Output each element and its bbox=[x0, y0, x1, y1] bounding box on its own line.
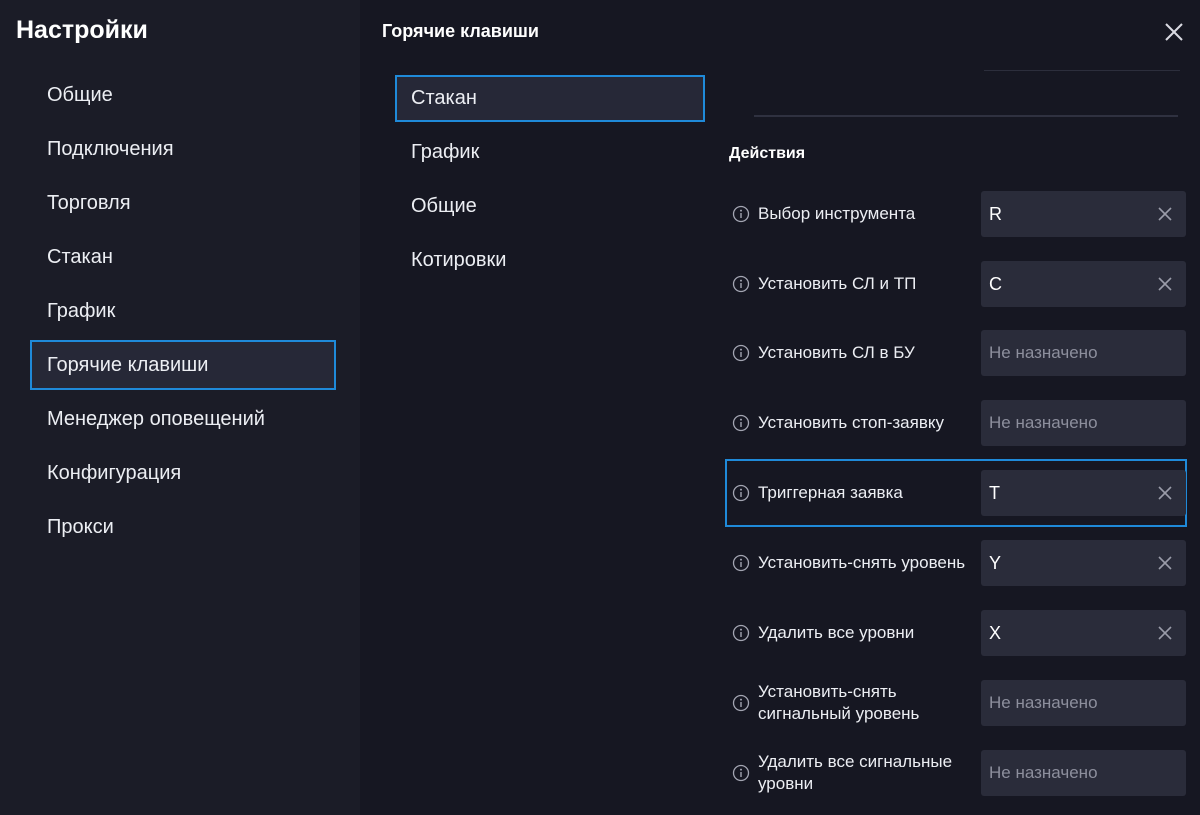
hotkey-input[interactable]: R bbox=[981, 191, 1186, 237]
sidebar-title: Настройки bbox=[16, 16, 148, 44]
sidebar-item-label: График bbox=[47, 299, 116, 322]
hotkey-row: Установить стоп-заявку Не назначено bbox=[725, 389, 1187, 457]
sidebar-item[interactable]: Стакан bbox=[30, 232, 336, 282]
hotkey-row: Выбор инструмента R bbox=[725, 180, 1187, 248]
hotkey-value: Не назначено bbox=[989, 343, 1098, 362]
hotkey-label: Удалить все сигнальные уровни bbox=[758, 752, 953, 793]
hotkey-label: Триггерная заявка bbox=[758, 483, 903, 502]
page-title: Горячие клавиши bbox=[382, 21, 539, 41]
sidebar-nav: Общие Подключения Торговля Стакан График Горя… bbox=[30, 70, 336, 556]
sidebar-item[interactable]: Горячие клавиши bbox=[30, 340, 336, 390]
hotkey-row: Установить-снять сигнальный уровень Не на… bbox=[725, 669, 1187, 737]
hotkeys-subnav: Стакан График Общие Котировки bbox=[395, 75, 705, 291]
info-icon[interactable] bbox=[732, 344, 750, 362]
subnav-tab-label: Общие bbox=[411, 195, 477, 217]
info-icon[interactable] bbox=[732, 275, 750, 293]
hotkey-label: Установить СЛ в БУ bbox=[758, 343, 915, 362]
hotkey-input[interactable]: Не назначено bbox=[981, 400, 1186, 446]
sidebar-item[interactable]: Конфигурация bbox=[30, 448, 336, 498]
hotkey-input[interactable]: Не назначено bbox=[981, 680, 1186, 726]
sidebar-item[interactable]: Подключения bbox=[30, 124, 336, 174]
hotkey-input[interactable]: X bbox=[981, 610, 1186, 656]
subnav-tab[interactable]: Стакан bbox=[395, 75, 705, 122]
hotkey-value: T bbox=[989, 482, 1000, 503]
info-icon[interactable] bbox=[732, 554, 750, 572]
hotkey-label: Установить СЛ и ТП bbox=[758, 274, 917, 293]
subnav-tab-label: Стакан bbox=[411, 87, 477, 109]
subnav-tab[interactable]: Общие bbox=[395, 183, 705, 230]
section-title: Действия bbox=[729, 145, 806, 162]
sidebar-item[interactable]: Торговля bbox=[30, 178, 336, 228]
sidebar-item-label: Менеджер оповещений bbox=[47, 407, 265, 430]
divider bbox=[984, 70, 1180, 71]
subnav-tab-label: График bbox=[411, 141, 480, 163]
hotkey-input[interactable]: Не назначено bbox=[981, 750, 1186, 796]
info-icon[interactable] bbox=[732, 694, 750, 712]
hotkey-row: Установить СЛ в БУ Не назначено bbox=[725, 319, 1187, 387]
sidebar-item[interactable]: Прокси bbox=[30, 502, 336, 552]
sidebar-item-label: Торговля bbox=[47, 191, 131, 214]
info-icon[interactable] bbox=[732, 764, 750, 782]
hotkey-input[interactable]: Y bbox=[981, 540, 1186, 586]
hotkey-row: Установить-снять уровень Y bbox=[725, 529, 1187, 597]
hotkey-row: Установить СЛ и ТП C bbox=[725, 250, 1187, 318]
clear-icon[interactable] bbox=[1158, 626, 1172, 640]
sidebar-item-label: Общие bbox=[47, 83, 113, 106]
clear-icon[interactable] bbox=[1158, 486, 1172, 500]
hotkey-row: Удалить все уровни X bbox=[725, 599, 1187, 667]
hotkey-value: Y bbox=[989, 552, 1002, 573]
settings-sidebar: Настройки Общие Подключения Торговля Стакан… bbox=[0, 0, 360, 815]
hotkey-value: Не назначено bbox=[989, 413, 1098, 432]
hotkey-label: Удалить все уровни bbox=[758, 623, 915, 642]
hotkey-input[interactable]: Не назначено bbox=[981, 330, 1186, 376]
hotkey-value: C bbox=[989, 273, 1002, 294]
divider bbox=[754, 115, 1178, 117]
hotkey-label: Установить-снять уровень bbox=[758, 553, 966, 572]
hotkey-value: R bbox=[989, 203, 1002, 224]
hotkey-value: Не назначено bbox=[989, 763, 1098, 782]
sidebar-item-label: Подключения bbox=[47, 137, 174, 160]
info-icon[interactable] bbox=[732, 484, 750, 502]
subnav-tab[interactable]: График bbox=[395, 129, 705, 176]
hotkey-input[interactable]: T bbox=[981, 470, 1186, 516]
sidebar-item[interactable]: Общие bbox=[30, 70, 336, 120]
clear-icon[interactable] bbox=[1158, 207, 1172, 221]
hotkey-label: Установить стоп-заявку bbox=[758, 413, 944, 432]
hotkey-value: Не назначено bbox=[989, 693, 1098, 712]
hotkeys-panel: Горячие клавиши Стакан График Общие Котиров… bbox=[360, 0, 1200, 815]
sidebar-item-label: Конфигурация bbox=[47, 461, 182, 484]
info-icon[interactable] bbox=[732, 205, 750, 223]
hotkey-input[interactable]: C bbox=[981, 261, 1186, 307]
hotkey-label: Установить-снять сигнальный уровень bbox=[758, 682, 920, 723]
sidebar-item-label: Горячие клавиши bbox=[47, 353, 209, 376]
hotkey-row: Триггерная заявка T bbox=[725, 459, 1187, 527]
close-icon bbox=[1165, 23, 1183, 41]
hotkey-value: X bbox=[989, 622, 1002, 643]
clear-icon[interactable] bbox=[1158, 556, 1172, 570]
subnav-tab[interactable]: Котировки bbox=[395, 237, 705, 284]
hotkey-row: Удалить все сигнальные уровни Не назначен… bbox=[725, 739, 1187, 807]
sidebar-item[interactable]: Менеджер оповещений bbox=[30, 394, 336, 444]
subnav-tab-label: Котировки bbox=[411, 249, 507, 271]
close-button[interactable] bbox=[1162, 20, 1186, 44]
hotkey-label: Выбор инструмента bbox=[758, 204, 916, 223]
info-icon[interactable] bbox=[732, 414, 750, 432]
sidebar-item[interactable]: График bbox=[30, 286, 336, 336]
sidebar-item-label: Прокси bbox=[47, 515, 114, 538]
sidebar-item-label: Стакан bbox=[47, 245, 113, 268]
info-icon[interactable] bbox=[732, 624, 750, 642]
clear-icon[interactable] bbox=[1158, 277, 1172, 291]
